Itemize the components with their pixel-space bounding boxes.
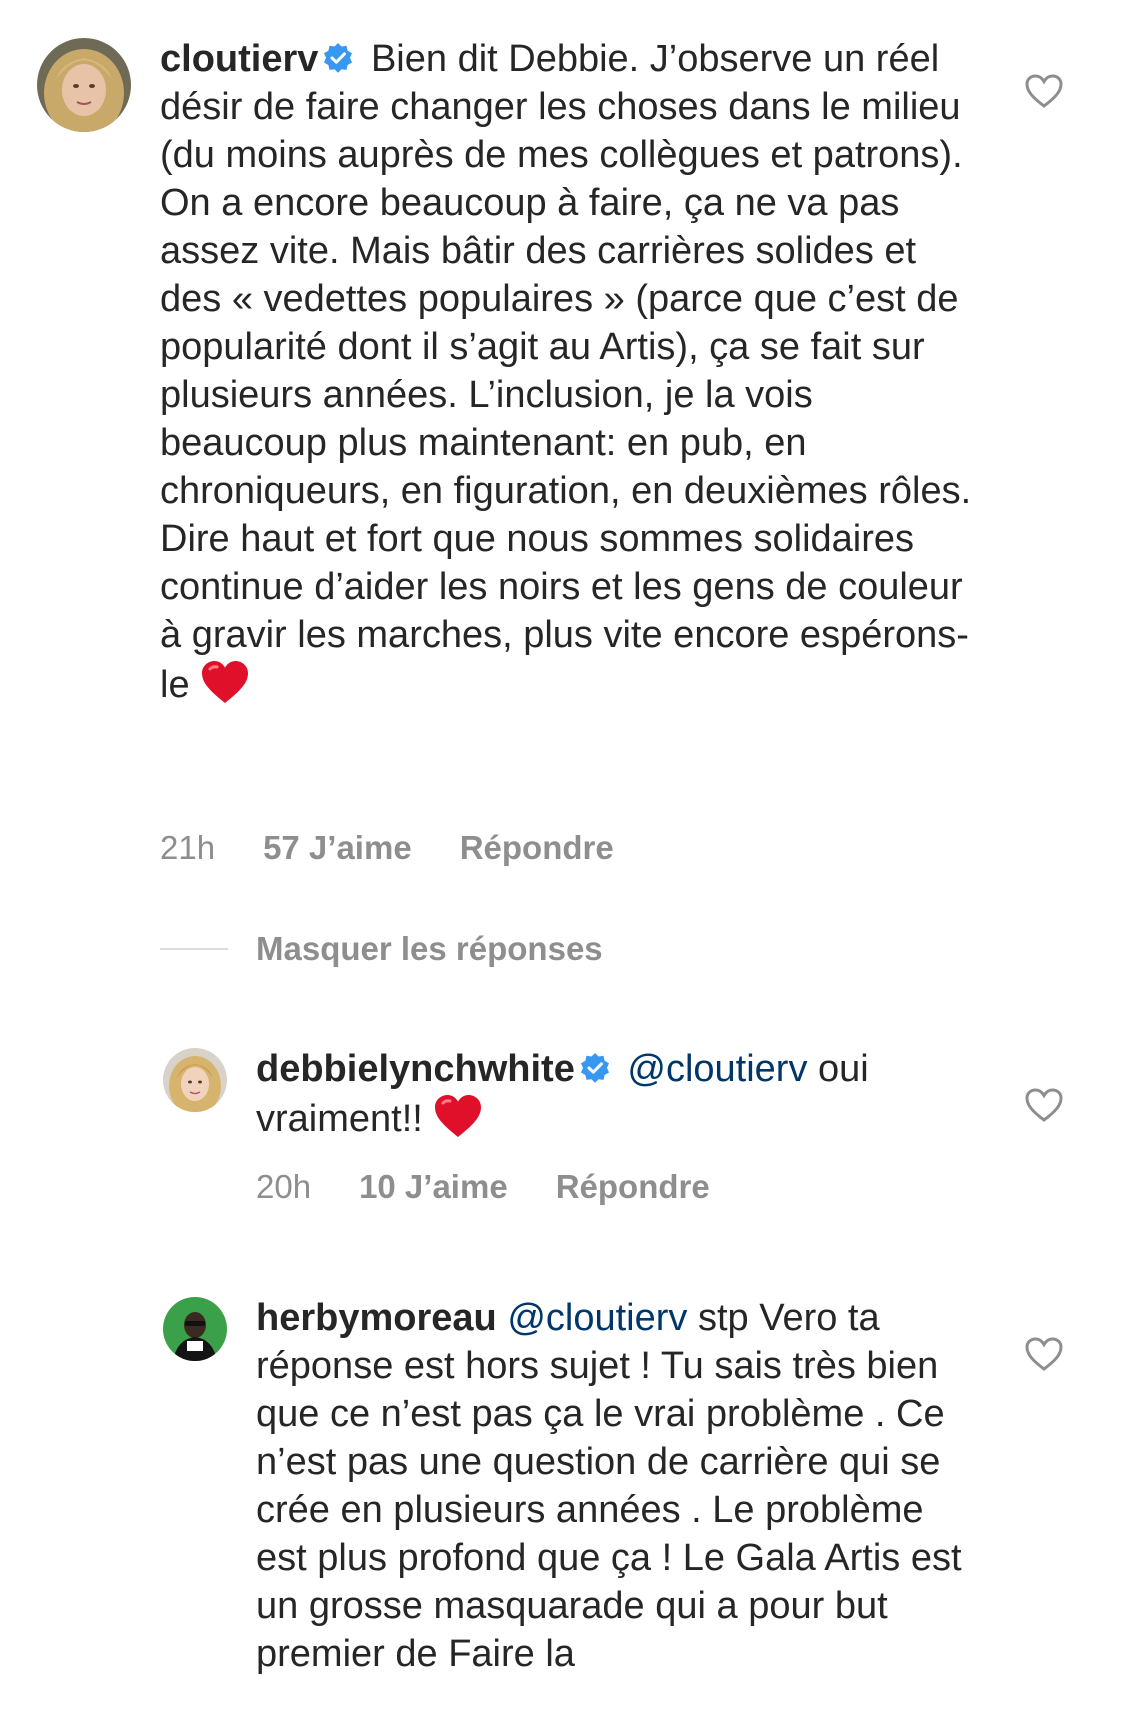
- username[interactable]: cloutierv: [160, 38, 318, 80]
- avatar-debbielynchwhite[interactable]: [163, 1048, 227, 1112]
- comment-text: Bien dit Debbie. J’observe un réel désir…: [160, 38, 982, 706]
- likes-count[interactable]: 57 J’aime: [263, 828, 412, 868]
- timestamp: 21h: [160, 829, 216, 866]
- verified-badge-icon: [322, 42, 354, 74]
- red-heart-icon: [433, 1093, 483, 1139]
- timestamp: 20h: [256, 1168, 312, 1205]
- hide-replies-toggle[interactable]: Masquer les réponses: [160, 930, 603, 968]
- verified-badge-icon: [579, 1052, 611, 1084]
- comment-text: stp Vero ta réponse est hors sujet ! Tu …: [256, 1297, 973, 1675]
- comment-body: cloutierv Bien dit Debbie. J’observe un …: [160, 35, 980, 709]
- username[interactable]: debbielynchwhite: [256, 1048, 575, 1090]
- red-heart-icon: [200, 659, 250, 705]
- reply-button[interactable]: Répondre: [556, 1167, 710, 1207]
- reply-button[interactable]: Répondre: [460, 828, 614, 868]
- comment-meta: 20h 10 J’aime Répondre: [256, 1167, 710, 1207]
- avatar-cloutierv[interactable]: [37, 38, 131, 132]
- like-heart-icon[interactable]: [1024, 73, 1064, 109]
- comment-body: debbielynchwhite @cloutierv oui vraiment…: [256, 1045, 986, 1143]
- hide-replies-label[interactable]: Masquer les réponses: [256, 930, 603, 968]
- divider-line: [160, 948, 228, 950]
- like-heart-icon[interactable]: [1024, 1336, 1064, 1372]
- like-heart-icon[interactable]: [1024, 1087, 1064, 1123]
- mention-link[interactable]: @cloutierv: [627, 1048, 807, 1090]
- comment-meta: 21h 57 J’aime Répondre: [160, 828, 614, 868]
- avatar-herbymoreau[interactable]: [163, 1297, 227, 1361]
- username[interactable]: herbymoreau: [256, 1297, 497, 1339]
- mention-link[interactable]: @cloutierv: [507, 1297, 687, 1339]
- comment-body: herbymoreau @cloutierv stp Vero ta répon…: [256, 1294, 976, 1678]
- likes-count[interactable]: 10 J’aime: [359, 1167, 508, 1207]
